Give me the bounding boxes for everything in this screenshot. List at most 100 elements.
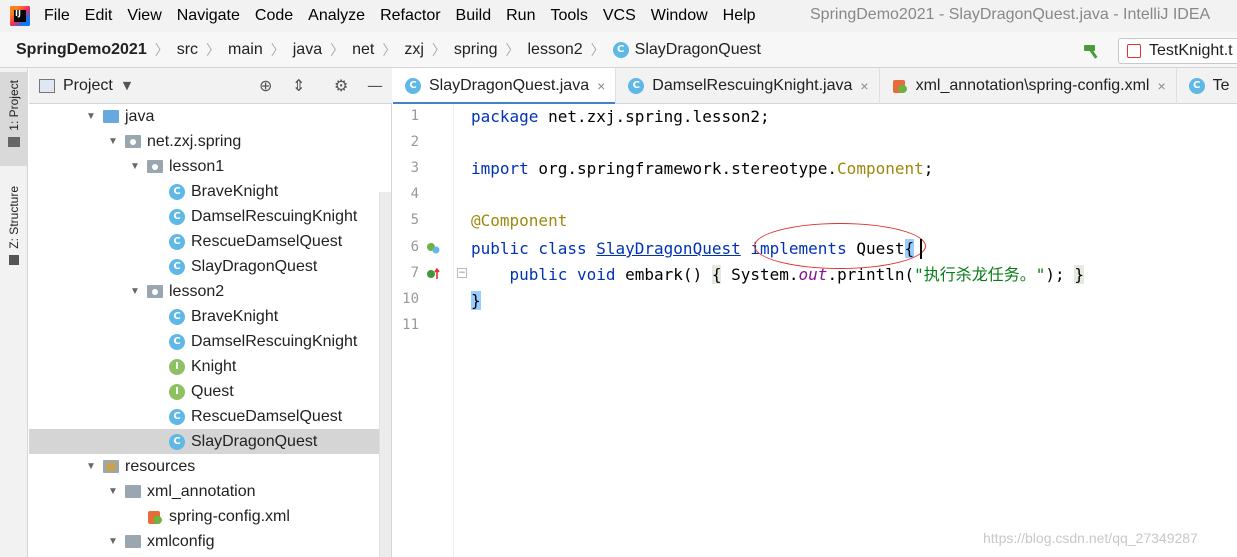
breadcrumb-src[interactable]: src xyxy=(177,41,198,59)
fold-toggle-icon[interactable]: − xyxy=(457,268,467,278)
breadcrumb-separator-icon: 〉 xyxy=(330,42,345,59)
chevron-down-icon[interactable]: ▼ xyxy=(123,79,131,92)
editor-tab[interactable]: C Te xyxy=(1177,68,1237,104)
keyword: public xyxy=(509,265,568,284)
tree-item[interactable]: C BraveKnight xyxy=(29,304,391,329)
spring-xml-icon xyxy=(147,509,163,525)
breadcrumb-net[interactable]: net xyxy=(352,41,374,59)
expand-toggle-icon[interactable]: ▼ xyxy=(129,161,141,172)
close-icon[interactable]: × xyxy=(860,78,868,94)
folder-icon xyxy=(8,136,20,147)
run-configuration-select[interactable]: TestKnight.t xyxy=(1118,38,1237,64)
expand-toggle-icon[interactable]: ▼ xyxy=(107,536,119,547)
expand-toggle-icon[interactable]: ▼ xyxy=(85,461,97,472)
tree-item[interactable]: spring-config.xml xyxy=(29,504,391,529)
code-line-7: public void embark() { System.out.printl… xyxy=(471,262,1084,288)
tree-item-label: SlayDragonQuest xyxy=(191,432,318,450)
menu-edit[interactable]: Edit xyxy=(85,7,113,25)
menu-bar: IJ File Edit View Navigate Code Analyze … xyxy=(0,0,1237,32)
tree-scrollbar[interactable] xyxy=(379,192,391,557)
menu-help[interactable]: Help xyxy=(723,7,756,25)
method-signature: embark() xyxy=(615,265,712,284)
menu-run[interactable]: Run xyxy=(506,7,535,25)
tree-item[interactable]: C DamselRescuingKnight xyxy=(29,204,391,229)
breadcrumb-java[interactable]: java xyxy=(293,41,322,59)
spring-bean-icon[interactable] xyxy=(426,241,440,255)
breadcrumb-spring[interactable]: spring xyxy=(454,41,498,59)
class-name[interactable]: SlayDragonQuest xyxy=(596,239,741,258)
tree-item[interactable]: ▼ xml_annotation xyxy=(29,479,391,504)
line-number: 7 xyxy=(410,265,419,281)
project-view-selector[interactable]: Project xyxy=(63,77,113,95)
tree-item-label: net.zxj.spring xyxy=(147,132,242,150)
close-icon[interactable]: × xyxy=(597,78,605,94)
tree-item[interactable]: C SlayDragonQuest xyxy=(29,254,391,279)
brace: } xyxy=(1074,265,1084,284)
tree-item[interactable]: ▼ lesson1 xyxy=(29,154,391,179)
menu-vcs[interactable]: VCS xyxy=(603,7,636,25)
tree-item[interactable]: C RescueDamselQuest xyxy=(29,404,391,429)
breadcrumb-separator-icon: 〉 xyxy=(590,42,605,59)
collapse-all-icon[interactable]: ⇕ xyxy=(292,78,305,94)
tree-item[interactable]: C DamselRescuingKnight xyxy=(29,329,391,354)
menu-window[interactable]: Window xyxy=(651,7,708,25)
tree-item[interactable]: C RescueDamselQuest xyxy=(29,229,391,254)
expand-toggle-icon[interactable]: ▼ xyxy=(107,136,119,147)
menu-file[interactable]: File xyxy=(44,7,70,25)
class-icon: C xyxy=(169,308,185,325)
tree-item[interactable]: ▼ net.zxj.spring xyxy=(29,129,391,154)
tree-item[interactable]: ▼ lesson2 xyxy=(29,279,391,304)
menu-tools[interactable]: Tools xyxy=(550,7,587,25)
code-editor[interactable]: package net.zxj.spring.lesson2; import o… xyxy=(454,104,1237,557)
project-tool-button[interactable]: 1: Project xyxy=(0,72,28,166)
hide-panel-icon[interactable]: — xyxy=(367,78,383,94)
tree-item[interactable]: C SlayDragonQuest xyxy=(29,429,379,454)
code-text: net.zxj.spring.lesson2; xyxy=(538,107,770,126)
breadcrumb-main[interactable]: main xyxy=(228,41,263,59)
code-line-10: } xyxy=(471,288,481,314)
menu-refactor[interactable]: Refactor xyxy=(380,7,440,25)
tree-item[interactable]: ▼ java xyxy=(29,104,391,129)
code-text: ); xyxy=(1045,265,1075,284)
editor-tab[interactable]: xml_annotation\spring-config.xml × xyxy=(880,68,1177,104)
folder-icon xyxy=(125,485,141,498)
tree-item[interactable]: I Knight xyxy=(29,354,391,379)
code-line-1: package net.zxj.spring.lesson2; xyxy=(471,104,770,130)
close-icon[interactable]: × xyxy=(1157,78,1165,94)
implements-method-icon[interactable] xyxy=(426,267,440,281)
structure-tool-button[interactable]: Z: Structure xyxy=(0,184,28,284)
class-icon: C xyxy=(1188,78,1205,94)
breadcrumb-lesson2[interactable]: lesson2 xyxy=(527,41,582,59)
gear-icon[interactable]: ⚙ xyxy=(334,78,348,94)
tree-item[interactable]: C BraveKnight xyxy=(29,179,391,204)
menu-code[interactable]: Code xyxy=(255,7,293,25)
window-title: SpringDemo2021 - SlayDragonQuest.java - … xyxy=(810,6,1211,23)
class-icon: C xyxy=(169,258,185,275)
tree-item[interactable]: I Quest xyxy=(29,379,391,404)
expand-toggle-icon[interactable]: ▼ xyxy=(85,111,97,122)
breadcrumb-project[interactable]: SpringDemo2021 xyxy=(16,41,147,59)
editor-tab[interactable]: C DamselRescuingKnight.java × xyxy=(616,68,880,104)
expand-toggle-icon[interactable]: ▼ xyxy=(129,286,141,297)
keyword: void xyxy=(567,265,616,284)
class-icon: C xyxy=(169,233,185,250)
menu-build[interactable]: Build xyxy=(456,7,492,25)
run-configuration-label: TestKnight.t xyxy=(1149,42,1233,59)
spring-xml-icon xyxy=(892,78,908,94)
class-icon: C xyxy=(405,78,421,94)
interface-icon: I xyxy=(169,358,185,375)
menu-navigate[interactable]: Navigate xyxy=(177,7,240,25)
expand-toggle-icon[interactable]: ▼ xyxy=(107,486,119,497)
tree-item[interactable]: ▼ resources xyxy=(29,454,391,479)
menu-view[interactable]: View xyxy=(127,7,161,25)
tree-item-label: BraveKnight xyxy=(191,182,279,200)
menu-analyze[interactable]: Analyze xyxy=(308,7,365,25)
build-hammer-icon[interactable] xyxy=(1082,42,1102,60)
line-number: 1 xyxy=(410,108,419,124)
editor-tab[interactable]: C SlayDragonQuest.java × xyxy=(393,68,617,105)
editor-tab-label: DamselRescuingKnight.java xyxy=(652,77,853,94)
breadcrumb-zxj[interactable]: zxj xyxy=(404,41,424,59)
breadcrumb-class[interactable]: SlayDragonQuest xyxy=(635,41,761,59)
tree-item[interactable]: ▼ xmlconfig xyxy=(29,529,391,554)
locate-target-icon[interactable]: ⊕ xyxy=(259,78,272,94)
